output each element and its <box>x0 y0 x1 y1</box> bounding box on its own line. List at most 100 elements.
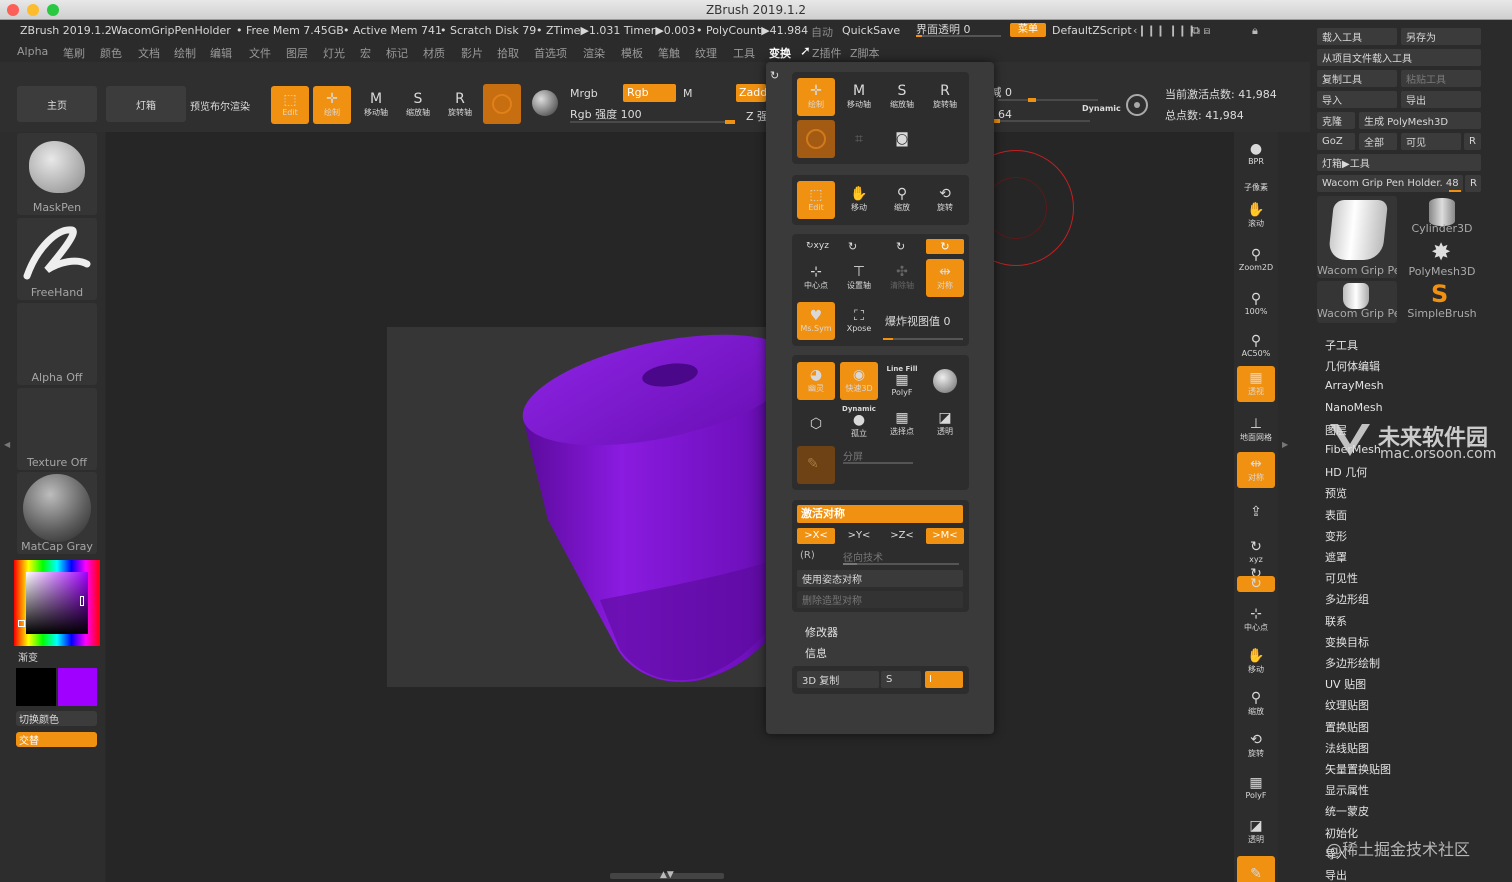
popup-pin-icon[interactable]: ↻ <box>770 69 779 82</box>
export-button[interactable]: 导出 <box>1401 91 1481 108</box>
menu-toggle-button[interactable]: 菜单 <box>1010 23 1046 37</box>
goz-all-button[interactable]: 全部 <box>1359 133 1397 150</box>
popup-quick3d-button[interactable]: ◉ 快速3D <box>840 362 878 400</box>
right-collapse-arrow-icon[interactable]: ▶ <box>1282 440 1288 449</box>
right-tool-9[interactable]: ⇪ <box>1237 494 1275 530</box>
subpalette-item[interactable]: 遮罩 <box>1325 549 1347 565</box>
right-tool-6[interactable]: ▦ 透视 <box>1237 366 1275 402</box>
popup-rotate-button[interactable]: ⟲ 旋转 <box>926 181 964 219</box>
menu-item[interactable]: 宏 <box>360 45 371 61</box>
zadd-button[interactable]: Zadd <box>736 84 767 102</box>
popup-scale-button[interactable]: ⚲ 缩放 <box>883 181 921 219</box>
tool-thumb-wacom[interactable]: Wacom Grip Pe <box>1317 196 1397 278</box>
subpalette-item[interactable]: 变换目标 <box>1325 634 1369 650</box>
menu-item[interactable]: 标记 <box>386 45 408 61</box>
mrgb-button[interactable]: Mrgb <box>570 87 598 100</box>
alternate-button[interactable]: 交替 <box>16 732 97 747</box>
subpalette-item[interactable]: 多边形组 <box>1325 591 1369 607</box>
quicksave-button[interactable]: QuickSave <box>842 24 900 37</box>
popup-clear-pivot-button[interactable]: ✣ 清除轴 <box>883 259 921 297</box>
preview-boolean-render-button[interactable]: 预览布尔渲染 <box>190 98 250 113</box>
menu-item[interactable]: 材质 <box>423 45 445 61</box>
right-tool-1[interactable]: 子像素 <box>1237 180 1275 194</box>
save-as-button[interactable]: 另存为 <box>1401 28 1481 45</box>
color-square[interactable] <box>26 572 88 634</box>
popup-explode-value-slider[interactable]: 爆炸视图值 0 <box>885 313 951 329</box>
m-button[interactable]: M <box>683 87 693 100</box>
symmetry-m-button[interactable]: >M< <box>926 528 964 544</box>
subpalette-item[interactable]: ArrayMesh <box>1325 379 1384 392</box>
popup-edit-button[interactable]: ⬚ Edit <box>797 181 835 219</box>
popup-cube-button[interactable]: ⬡ <box>797 405 835 443</box>
popup-xyz-button[interactable]: ↻xyz <box>806 241 829 251</box>
subpalette-item[interactable]: 子工具 <box>1325 337 1358 353</box>
color-picker[interactable] <box>14 560 100 646</box>
subpalette-item[interactable]: 法线贴图 <box>1325 740 1369 756</box>
left-collapse-arrow-icon[interactable]: ◀ <box>4 440 10 449</box>
load-from-project-button[interactable]: 从项目文件载入工具 <box>1317 49 1481 66</box>
alpha-thumbnail[interactable]: Alpha Off <box>17 303 97 385</box>
right-tool-13[interactable]: ⊹ 中心点 <box>1237 602 1275 638</box>
right-tool-8[interactable]: ⇹ 对称 <box>1237 452 1275 488</box>
menu-item[interactable]: Z插件 <box>812 45 842 61</box>
popup-rotate-axis-button[interactable]: R 旋转轴 <box>926 78 964 116</box>
copy3d-button[interactable]: 3D 复制 <box>797 671 879 688</box>
subpalette-item[interactable]: 几何体编辑 <box>1325 358 1380 374</box>
subpalette-item[interactable]: NanoMesh <box>1325 401 1383 414</box>
popup-material-button[interactable] <box>797 120 835 158</box>
popup-move-axis-button[interactable]: M 移动轴 <box>840 78 878 116</box>
subpalette-item[interactable]: 预览 <box>1325 485 1347 501</box>
purple-cup-model[interactable] <box>500 320 810 700</box>
main-color-swatch[interactable] <box>16 668 56 706</box>
subpalette-item[interactable]: 纹理贴图 <box>1325 697 1369 713</box>
load-tool-button[interactable]: 载入工具 <box>1317 28 1397 45</box>
menu-item[interactable]: 笔刷 <box>63 45 85 61</box>
popup-xpose-button[interactable]: ⛶ Xpose <box>840 302 878 340</box>
subpalette-item[interactable]: 置换贴图 <box>1325 719 1369 735</box>
popup-y-rotate-icon[interactable]: ↻ <box>848 240 857 253</box>
rgb-button[interactable]: Rgb <box>623 84 676 102</box>
tool-thumb-wacom-2[interactable]: Wacom Grip Pe <box>1317 281 1397 323</box>
menu-item[interactable]: 纹理 <box>695 45 717 61</box>
home-button[interactable]: 主页 <box>17 86 97 122</box>
goz-r-button[interactable]: R <box>1464 133 1481 150</box>
right-tool-14[interactable]: ✋ 移动 <box>1237 644 1275 680</box>
popup-symmetry-button[interactable]: ⇹ 对称 <box>926 259 964 297</box>
subpalette-item[interactable]: 矢量置换贴图 <box>1325 761 1391 777</box>
tool-thumb-simplebrush[interactable]: S SimpleBrush <box>1401 281 1483 323</box>
d-backface-icon[interactable] <box>1126 94 1148 116</box>
brush-thumbnail[interactable]: MaskPen <box>17 133 97 215</box>
subpalette-item[interactable]: 统一蒙皮 <box>1325 803 1369 819</box>
menu-item[interactable]: 工具 <box>733 45 755 61</box>
subpalette-item[interactable]: HD 几何 <box>1325 464 1367 480</box>
bottom-tray-arrow-icon[interactable]: ▲▼ <box>660 870 674 880</box>
tool-thumb-cylinder[interactable]: Cylinder3D <box>1401 196 1483 238</box>
lightbox-button[interactable]: 灯箱 <box>106 86 186 122</box>
right-tool-5[interactable]: ⚲ AC50% <box>1237 328 1275 364</box>
move-button[interactable]: M 移动轴 <box>357 86 395 124</box>
import-button[interactable]: 导入 <box>1317 91 1397 108</box>
popup-draw-button[interactable]: ✛ 绘制 <box>797 78 835 116</box>
popup-split-slider[interactable]: 分屏 <box>843 448 863 463</box>
edit-button[interactable]: ⬚ Edit <box>271 86 309 124</box>
menu-item[interactable]: 拾取 <box>497 45 519 61</box>
popup-snapshot-button[interactable]: ◙ <box>883 120 921 158</box>
default-zscript-button[interactable]: DefaultZScript <box>1052 24 1132 37</box>
gradient-sphere-icon[interactable] <box>532 90 558 116</box>
delete-posable-symmetry-button[interactable]: 删除造型对称 <box>797 591 963 608</box>
right-tool-19[interactable]: ✎ <box>1237 856 1275 882</box>
scale-button[interactable]: S 缩放轴 <box>399 86 437 124</box>
subpalette-item[interactable]: UV 贴图 <box>1325 676 1366 692</box>
draw-button[interactable]: ✛ 绘制 <box>313 86 351 124</box>
radial-r-button[interactable]: (R) <box>800 550 815 561</box>
subpalette-item[interactable]: 多边形绘制 <box>1325 655 1380 671</box>
popup-local-rotate-icon[interactable]: ↻ <box>926 239 964 254</box>
popup-center-button[interactable]: ⊹ 中心点 <box>797 259 835 297</box>
popup-ms-sym-button[interactable]: ♥ Ms.Sym <box>797 302 835 340</box>
subpalette-item[interactable]: 变形 <box>1325 528 1347 544</box>
rgb-intensity-slider[interactable]: Rgb 强度 100 <box>570 106 642 122</box>
menu-item[interactable]: 灯光 <box>323 45 345 61</box>
subpalette-item[interactable]: 表面 <box>1325 507 1347 523</box>
popup-set-pivot-button[interactable]: ⊤ 设置轴 <box>840 259 878 297</box>
menu-item[interactable]: 影片 <box>461 45 483 61</box>
